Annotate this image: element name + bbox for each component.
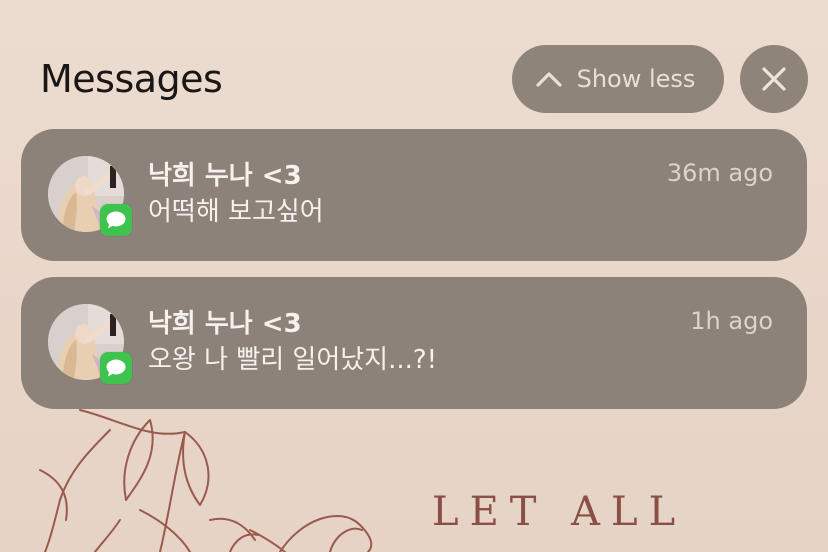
notification-time: 1h ago bbox=[690, 307, 773, 335]
close-icon bbox=[762, 67, 786, 91]
chevron-up-icon bbox=[535, 72, 562, 87]
notification-time: 36m ago bbox=[666, 159, 773, 187]
messages-app-icon bbox=[100, 204, 132, 236]
wallpaper-text: LET ALL bbox=[432, 489, 687, 535]
notification-card[interactable]: 낙희 누나 <3 1h ago 오왕 나 빨리 일어났지...?! bbox=[21, 277, 807, 409]
close-button[interactable] bbox=[740, 45, 808, 113]
show-less-label: Show less bbox=[576, 65, 696, 93]
notification-message: 오왕 나 빨리 일어났지...?! bbox=[148, 345, 438, 375]
messages-app-icon bbox=[100, 352, 132, 384]
show-less-button[interactable]: Show less bbox=[512, 45, 724, 113]
notification-card[interactable]: 낙희 누나 <3 36m ago 어떡해 보고싶어 bbox=[21, 129, 807, 261]
notification-sender: 낙희 누나 <3 bbox=[148, 161, 302, 191]
notification-sender: 낙희 누나 <3 bbox=[148, 309, 302, 339]
page-title: Messages bbox=[40, 57, 223, 101]
notification-message: 어떡해 보고싶어 bbox=[148, 197, 324, 227]
